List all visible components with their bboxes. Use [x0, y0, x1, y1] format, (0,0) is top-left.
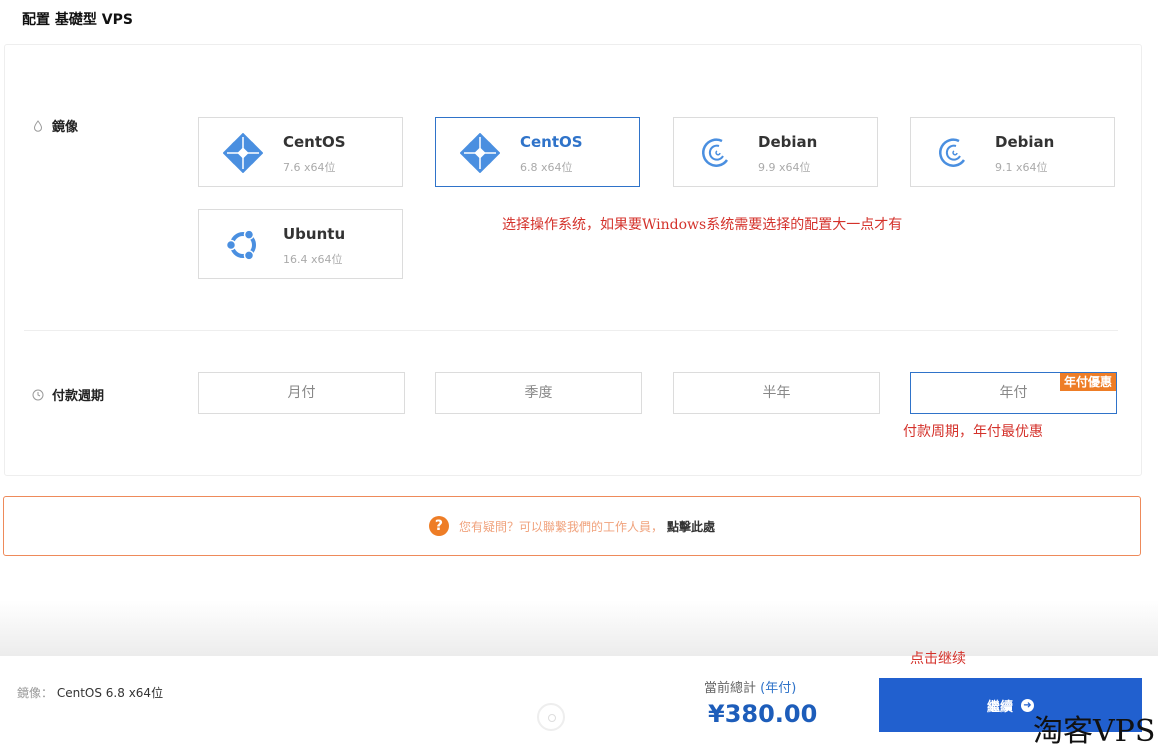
help-link[interactable]: 點擊此處 — [667, 518, 715, 535]
page-title: 配置 基礎型 VPS — [22, 12, 133, 28]
os-version: 9.9 x64位 — [758, 161, 811, 174]
os-name: Debian — [995, 133, 1055, 151]
help-box: ? 您有疑問？可以聯繫我們的工作人員， 點擊此處 — [3, 496, 1141, 556]
total-label: 當前總計 (年付) — [704, 677, 796, 696]
period-monthly[interactable]: 月付 — [198, 372, 405, 414]
order-footer: 鏡像： CentOS 6.8 x64位 當前總計 (年付) ¥380.00 繼續… — [0, 656, 1158, 746]
ubuntu-icon — [225, 229, 256, 261]
total-label-text: 當前總計 — [704, 681, 757, 696]
period-annotation: 付款周期，年付最优惠 — [903, 424, 1043, 440]
os-version: 16.4 x64位 — [283, 253, 343, 266]
question-icon: ? — [428, 516, 449, 536]
period-label-text: 付款週期 — [52, 389, 105, 404]
summary-value: CentOS 6.8 x64位 — [56, 686, 164, 700]
footer-shadow — [0, 600, 1158, 656]
period-quarterly[interactable]: 季度 — [435, 372, 642, 414]
centos-icon — [460, 133, 500, 173]
os-name: Debian — [758, 133, 818, 151]
os-name: CentOS — [520, 133, 583, 151]
image-section-label: 鏡像 — [32, 116, 78, 135]
os-card-debian-9-1[interactable]: Debian 9.1 x64位 — [910, 117, 1115, 187]
period-yearly-label: 年付 — [999, 385, 1028, 401]
os-name: CentOS — [283, 133, 346, 151]
total-price: ¥380.00 — [708, 700, 818, 728]
drop-icon — [33, 119, 43, 132]
os-version: 9.1 x64位 — [995, 161, 1048, 174]
centos-icon — [223, 133, 263, 173]
section-divider — [24, 330, 1118, 331]
os-name: Ubuntu — [283, 225, 346, 243]
period-section-label: 付款週期 — [32, 385, 104, 404]
os-annotation: 选择操作系统，如果要Windows系统需要选择的配置大一点才有 — [502, 217, 903, 233]
promo-badge: 年付優惠 — [1059, 373, 1116, 391]
debian-icon — [702, 138, 729, 167]
period-yearly[interactable]: 年付 年付優惠 — [910, 372, 1117, 414]
watermark: 淘客VPS — [1033, 714, 1156, 749]
clock-icon — [32, 389, 44, 400]
os-card-debian-9-9[interactable]: Debian 9.9 x64位 — [673, 117, 878, 187]
os-version: 6.8 x64位 — [520, 161, 573, 174]
os-card-ubuntu-16-4[interactable]: Ubuntu 16.4 x64位 — [198, 209, 403, 279]
summary-key: 鏡像： — [17, 686, 54, 700]
image-label-text: 鏡像 — [52, 120, 79, 135]
loading-spinner-icon — [537, 703, 565, 731]
debian-icon — [939, 138, 966, 167]
help-text: 您有疑問？可以聯繫我們的工作人員， — [458, 519, 663, 534]
os-card-centos-7-6[interactable]: CentOS 7.6 x64位 — [198, 117, 403, 187]
os-card-centos-6-8[interactable]: CentOS 6.8 x64位 — [435, 117, 640, 187]
order-summary: 鏡像： CentOS 6.8 x64位 — [17, 684, 163, 701]
os-version: 7.6 x64位 — [283, 161, 336, 174]
total-period: (年付) — [760, 681, 797, 696]
continue-annotation: 点击继续 — [910, 651, 966, 667]
period-half-year[interactable]: 半年 — [673, 372, 880, 414]
continue-label: 繼續 — [986, 699, 1013, 715]
